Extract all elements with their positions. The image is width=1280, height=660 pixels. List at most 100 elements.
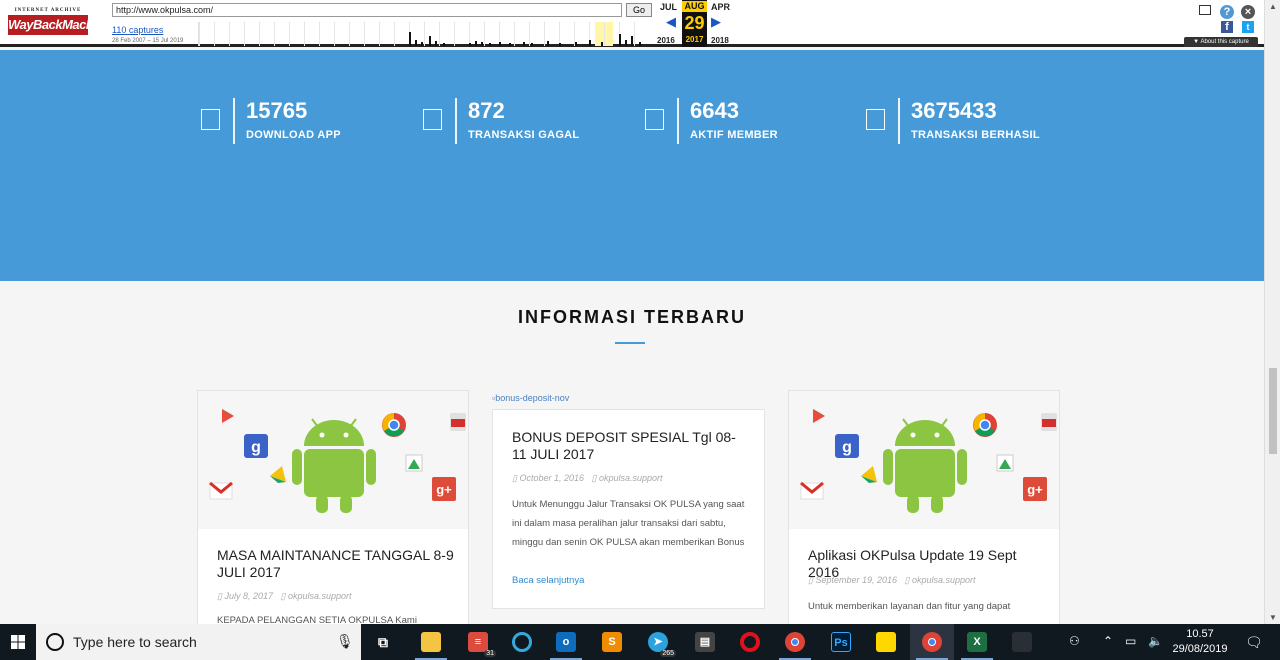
wayback-logo-main: WayBackMachine — [8, 15, 111, 35]
sparkline-year-divider — [244, 22, 245, 46]
sparkline-bar — [415, 40, 417, 46]
sparkline-bar — [475, 41, 477, 46]
taskbar-clock[interactable]: 10.57 29/08/2019 — [1170, 627, 1230, 657]
taskbar-app-dark[interactable] — [1000, 624, 1044, 660]
sparkline-bar — [547, 41, 549, 46]
current-month: AUG — [682, 1, 707, 12]
taskbar-file-explorer[interactable] — [409, 624, 453, 660]
taskbar-search[interactable]: Type here to search 🎙 — [36, 624, 361, 660]
news-card[interactable]: g — [197, 390, 469, 630]
taskbar-app-ring[interactable] — [500, 624, 544, 660]
sparkline-year-divider — [379, 22, 380, 46]
stat-icon — [201, 109, 220, 130]
taskbar-app-calendar[interactable]: ▤ — [683, 624, 727, 660]
facebook-icon[interactable]: f — [1221, 21, 1233, 33]
stat-value: 3675433 — [911, 98, 997, 123]
sparkline-bar — [601, 42, 603, 46]
volume-icon[interactable]: 🔈 — [1148, 634, 1163, 648]
broken-image-alt: bonus-deposit-nov — [495, 393, 570, 403]
news-card[interactable]: g — [788, 390, 1060, 630]
card-author[interactable]: okpulsa.support — [599, 473, 663, 483]
taskbar-telegram[interactable]: ➤ 265 — [636, 624, 680, 660]
taskbar-chrome-active[interactable] — [910, 624, 954, 660]
next-month[interactable]: APR — [711, 2, 730, 12]
network-icon[interactable]: ▭ — [1125, 634, 1136, 648]
clock-time: 10.57 — [1186, 628, 1214, 640]
author-icon: ▯ — [591, 473, 599, 483]
prev-month[interactable]: JUL — [660, 2, 677, 12]
android-apps-image[interactable]: g g+ — [789, 391, 1059, 529]
card-author[interactable]: okpulsa.support — [912, 575, 976, 585]
twitter-icon[interactable]: t — [1242, 21, 1254, 33]
sparkline-year-divider — [349, 22, 350, 46]
window-icon[interactable] — [1199, 5, 1211, 15]
clock-date: 29/08/2019 — [1172, 643, 1228, 655]
stat-value: 15765 — [246, 98, 308, 123]
sparkline-year-divider — [529, 22, 530, 46]
start-button[interactable] — [0, 624, 36, 660]
captures-sparkline[interactable] — [198, 22, 652, 46]
taskbar-todoist[interactable]: ≡ 31 — [456, 624, 500, 660]
broken-image[interactable]: ▫bonus-deposit-nov — [492, 393, 569, 403]
next-capture-arrow-icon[interactable]: ▶ — [711, 14, 721, 30]
task-view-button[interactable]: ⧉ — [361, 624, 405, 660]
taskbar-outlook[interactable]: o — [544, 624, 588, 660]
wayback-url-input[interactable]: http://www.okpulsa.com/ — [112, 3, 622, 17]
chrome-icon — [785, 632, 805, 652]
next-year[interactable]: 2018 — [711, 36, 729, 45]
sparkline-bar — [421, 42, 423, 46]
stat-icon — [645, 109, 664, 130]
microphone-icon[interactable]: 🎙 — [336, 633, 354, 650]
sparkline-year-divider — [634, 22, 635, 46]
sparkline-bar — [409, 32, 411, 46]
sparkline-bar — [559, 43, 561, 46]
card-author[interactable]: okpulsa.support — [288, 591, 352, 601]
card-title[interactable]: BONUS DEPOSIT SPESIAL Tgl 08-11 JULI 201… — [512, 429, 748, 463]
excel-icon: X — [967, 632, 987, 652]
sparkline-year-divider — [259, 22, 260, 46]
stat-label: TRANSAKSI BERHASIL — [911, 129, 1040, 141]
card-title[interactable]: MASA MAINTANANCE TANGGAL 8-9 JULI 2017 — [217, 547, 455, 581]
opera-icon — [740, 632, 760, 652]
news-card[interactable]: BONUS DEPOSIT SPESIAL Tgl 08-11 JULI 201… — [492, 409, 765, 609]
help-icon[interactable]: ? — [1220, 5, 1234, 19]
sparkline-year-divider — [319, 22, 320, 46]
prev-year[interactable]: 2016 — [657, 36, 675, 45]
taskbar-opera[interactable] — [728, 624, 772, 660]
tray-expand-icon[interactable]: ⌃ — [1103, 634, 1113, 648]
sparkline-bar — [589, 40, 591, 46]
close-icon[interactable]: × — [1241, 5, 1255, 19]
sparkline-bar — [489, 43, 491, 46]
sparkline-year-divider — [544, 22, 545, 46]
stats-band: 15765 DOWNLOAD APP 872 TRANSAKSI GAGAL 6… — [0, 50, 1264, 281]
about-capture-button[interactable]: ▼ About this capture — [1184, 37, 1258, 47]
svg-text:g+: g+ — [436, 482, 452, 497]
card-date: October 1, 2016 — [519, 473, 584, 483]
windows-taskbar: Type here to search 🎙 ⧉ ≡ 31 o S ➤ 265 ▤… — [0, 624, 1280, 660]
scroll-down-icon[interactable]: ▼ — [1265, 613, 1280, 622]
captures-link[interactable]: 110 captures — [112, 25, 163, 35]
scroll-up-icon[interactable]: ▲ — [1265, 2, 1280, 11]
sparkline-bar — [435, 41, 437, 46]
svg-text:g+: g+ — [1027, 482, 1043, 497]
taskbar-photoshop[interactable]: Ps — [819, 624, 863, 660]
taskbar-sticky-notes[interactable] — [864, 624, 908, 660]
people-icon[interactable]: ⚇ — [1069, 634, 1080, 648]
taskbar-chrome[interactable] — [773, 624, 817, 660]
notification-icon[interactable]: 🗨 — [1245, 634, 1263, 651]
wayback-logo[interactable]: INTERNET ARCHIVE WayBackMachine — [8, 8, 111, 38]
read-more-link[interactable]: Baca selanjutnya — [512, 575, 584, 586]
sparkline-year-divider — [214, 22, 215, 46]
card-excerpt: Untuk Menunggu Jalur Transaksi OK PULSA … — [512, 499, 745, 548]
taskbar-sublime[interactable]: S — [590, 624, 634, 660]
todoist-icon: ≡ — [468, 632, 488, 652]
prev-capture-arrow-icon[interactable]: ◀ — [666, 14, 676, 30]
page-scrollbar[interactable]: ▲ ▼ — [1264, 0, 1280, 624]
taskbar-excel[interactable]: X — [955, 624, 999, 660]
sparkline-bar — [619, 34, 621, 46]
android-apps-image[interactable]: g g+ — [198, 391, 468, 529]
windows-start-icon — [11, 635, 25, 649]
scrollbar-thumb[interactable] — [1269, 368, 1277, 454]
wayback-go-button[interactable]: Go — [626, 3, 652, 17]
cortana-icon — [46, 633, 64, 651]
